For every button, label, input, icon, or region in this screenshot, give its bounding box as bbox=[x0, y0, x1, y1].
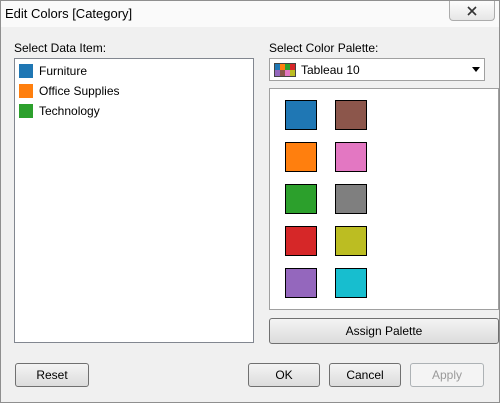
list-item[interactable]: Furniture bbox=[19, 62, 249, 80]
palette-color[interactable] bbox=[335, 100, 367, 130]
palette-preview-icon bbox=[274, 62, 296, 77]
cancel-button[interactable]: Cancel bbox=[329, 363, 401, 387]
palette-color[interactable] bbox=[335, 142, 367, 172]
close-icon bbox=[467, 5, 477, 16]
select-data-item-label: Select Data Item: bbox=[14, 41, 107, 55]
palette-color[interactable] bbox=[285, 268, 317, 298]
list-item[interactable]: Office Supplies bbox=[19, 82, 249, 100]
palette-name: Tableau 10 bbox=[301, 62, 360, 77]
palette-color[interactable] bbox=[285, 226, 317, 256]
palette-color[interactable] bbox=[285, 184, 317, 214]
close-button[interactable] bbox=[449, 1, 495, 21]
title-bar: Edit Colors [Category] bbox=[1, 1, 499, 27]
palette-color-grid bbox=[269, 88, 499, 310]
select-color-palette-label: Select Color Palette: bbox=[269, 41, 379, 55]
data-item-list[interactable]: Furniture Office Supplies Technology bbox=[14, 58, 254, 343]
palette-color[interactable] bbox=[335, 226, 367, 256]
palette-dropdown[interactable]: Tableau 10 bbox=[269, 58, 485, 81]
chevron-down-icon[interactable] bbox=[468, 59, 484, 80]
data-item-label: Technology bbox=[39, 104, 100, 118]
color-swatch bbox=[19, 104, 33, 118]
list-item[interactable]: Technology bbox=[19, 102, 249, 120]
palette-color[interactable] bbox=[285, 142, 317, 172]
color-swatch bbox=[19, 84, 33, 98]
assign-palette-button[interactable]: Assign Palette bbox=[269, 318, 499, 344]
ok-button[interactable]: OK bbox=[248, 363, 320, 387]
palette-color[interactable] bbox=[335, 184, 367, 214]
data-item-label: Furniture bbox=[39, 64, 88, 78]
color-swatch bbox=[19, 64, 33, 78]
reset-button[interactable]: Reset bbox=[15, 363, 89, 387]
data-item-label: Office Supplies bbox=[39, 84, 120, 98]
palette-color[interactable] bbox=[285, 100, 317, 130]
edit-colors-dialog: Edit Colors [Category] Select Data Item:… bbox=[0, 0, 500, 403]
apply-button[interactable]: Apply bbox=[410, 363, 484, 387]
dialog-title: Edit Colors [Category] bbox=[5, 6, 133, 21]
palette-color[interactable] bbox=[335, 268, 367, 298]
